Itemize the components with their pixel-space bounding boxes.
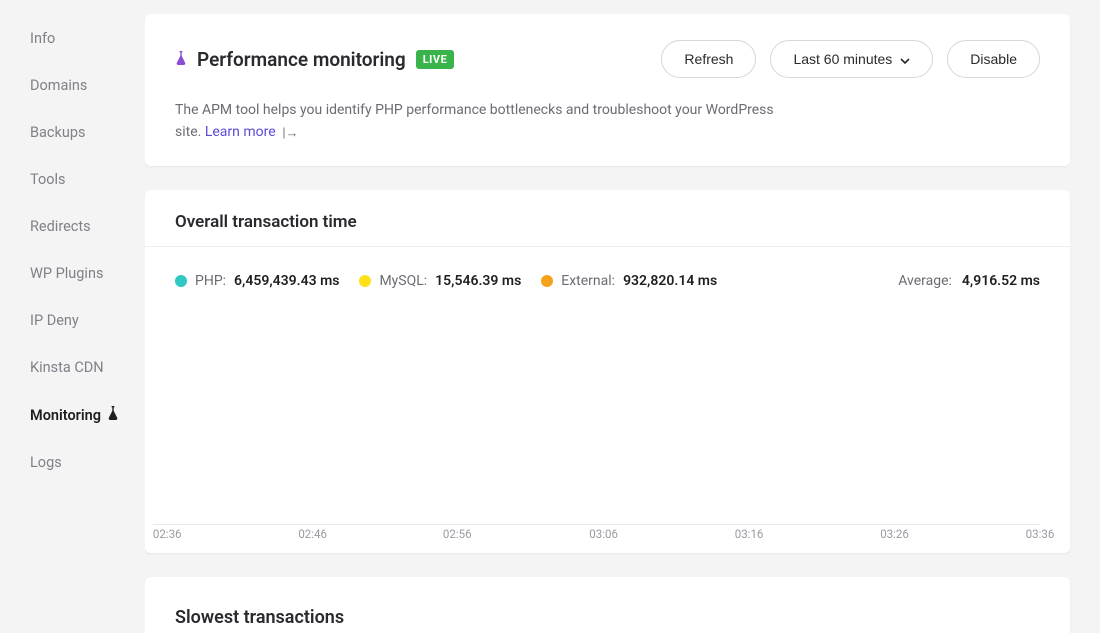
x-tick-label: 02:36: [153, 527, 182, 541]
sidebar-item-info[interactable]: Info: [30, 30, 145, 47]
chart-x-axis: [153, 524, 1040, 525]
slowest-title: Slowest transactions: [145, 577, 1070, 633]
sidebar-item-label: Monitoring: [30, 407, 101, 424]
sidebar-item-label: IP Deny: [30, 312, 79, 329]
sidebar-item-label: Kinsta CDN: [30, 359, 104, 376]
legend-dot-mysql: [359, 275, 371, 287]
transaction-time-chart: [153, 303, 1040, 523]
chart-legend: PHP: 6,459,439.43 ms MySQL: 15,546.39 ms…: [145, 247, 1070, 289]
flask-icon: [107, 406, 119, 424]
sidebar-item-wp-plugins[interactable]: WP Plugins: [30, 265, 145, 282]
live-badge: LIVE: [416, 50, 455, 69]
external-link-icon: |→: [279, 124, 298, 144]
sidebar-item-label: Tools: [30, 171, 66, 188]
legend-label: PHP:: [195, 273, 226, 289]
sidebar-item-label: Redirects: [30, 218, 91, 235]
legend-item-mysql: MySQL: 15,546.39 ms: [359, 273, 521, 289]
sidebar-item-label: Info: [30, 30, 55, 47]
sidebar: Info Domains Backups Tools Redirects WP …: [0, 0, 145, 633]
slowest-transactions-card: Slowest transactions: [145, 577, 1070, 633]
sidebar-item-label: Logs: [30, 454, 62, 471]
legend-dot-external: [541, 275, 553, 287]
sidebar-item-domains[interactable]: Domains: [30, 77, 145, 94]
page-title: Performance monitoring: [197, 48, 406, 71]
sidebar-item-backups[interactable]: Backups: [30, 124, 145, 141]
sidebar-item-tools[interactable]: Tools: [30, 171, 145, 188]
legend-value: 6,459,439.43 ms: [234, 273, 339, 289]
chart-x-ticks: 02:3602:4602:5603:0603:1603:2603:36: [153, 527, 1040, 541]
x-tick-label: 03:06: [589, 527, 618, 541]
disable-button[interactable]: Disable: [947, 40, 1040, 78]
legend-label: Average:: [898, 273, 952, 289]
sidebar-item-redirects[interactable]: Redirects: [30, 218, 145, 235]
legend-value: 4,916.52 ms: [962, 273, 1040, 289]
legend-dot-php: [175, 275, 187, 287]
sidebar-item-logs[interactable]: Logs: [30, 454, 145, 471]
main-content: Performance monitoring LIVE Refresh Last…: [145, 0, 1100, 633]
legend-label: External:: [561, 273, 615, 289]
sidebar-item-label: Backups: [30, 124, 85, 141]
x-tick-label: 03:36: [1026, 527, 1055, 541]
time-range-dropdown[interactable]: Last 60 minutes: [770, 40, 933, 78]
transaction-time-card: Overall transaction time PHP: 6,459,439.…: [145, 190, 1070, 553]
legend-value: 15,546.39 ms: [435, 273, 521, 289]
flask-icon: [175, 50, 187, 69]
sidebar-item-label: Domains: [30, 77, 87, 94]
legend-average: Average: 4,916.52 ms: [898, 273, 1040, 289]
sidebar-item-ip-deny[interactable]: IP Deny: [30, 312, 145, 329]
time-range-label: Last 60 minutes: [793, 51, 892, 67]
legend-item-php: PHP: 6,459,439.43 ms: [175, 273, 339, 289]
chart-title: Overall transaction time: [145, 190, 1070, 247]
perf-header-card: Performance monitoring LIVE Refresh Last…: [145, 14, 1070, 166]
refresh-button-label: Refresh: [684, 51, 733, 67]
sidebar-item-label: WP Plugins: [30, 265, 103, 282]
chevron-down-icon: [900, 51, 910, 67]
legend-value: 932,820.14 ms: [623, 273, 717, 289]
header-description: The APM tool helps you identify PHP perf…: [175, 100, 795, 144]
sidebar-item-monitoring[interactable]: Monitoring: [30, 406, 145, 424]
legend-item-external: External: 932,820.14 ms: [541, 273, 717, 289]
refresh-button[interactable]: Refresh: [661, 40, 756, 78]
legend-label: MySQL:: [379, 273, 427, 289]
disable-button-label: Disable: [970, 51, 1017, 67]
x-tick-label: 03:16: [735, 527, 764, 541]
learn-more-link[interactable]: Learn more: [205, 124, 276, 140]
x-tick-label: 02:46: [298, 527, 327, 541]
x-tick-label: 03:26: [880, 527, 909, 541]
sidebar-item-kinsta-cdn[interactable]: Kinsta CDN: [30, 359, 145, 376]
x-tick-label: 02:56: [443, 527, 472, 541]
